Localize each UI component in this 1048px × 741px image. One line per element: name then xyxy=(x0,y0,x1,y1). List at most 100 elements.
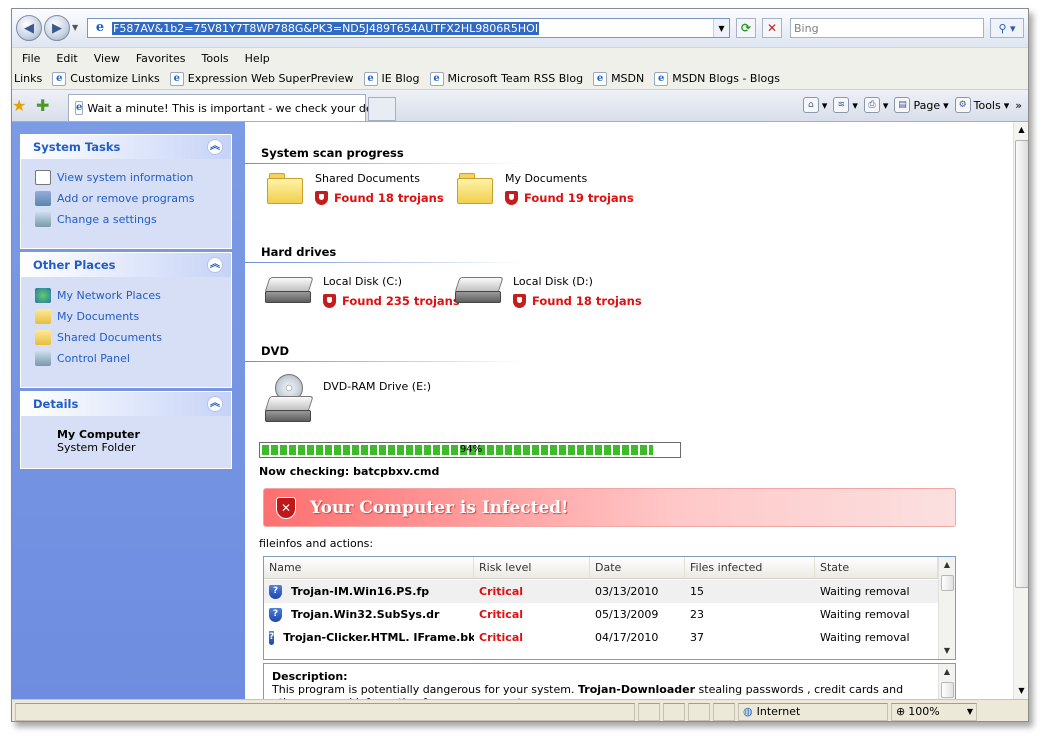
feeds-button[interactable]: ≋ ▾ xyxy=(833,97,858,113)
ie-link-icon: e xyxy=(654,71,669,86)
link-customize[interactable]: e Customize Links xyxy=(52,71,160,86)
place-my-documents[interactable]: My Documents xyxy=(35,306,219,327)
table-scrollbar[interactable]: ▲ ▼ xyxy=(938,557,955,659)
place-control-panel[interactable]: Control Panel xyxy=(35,348,219,369)
menu-edit[interactable]: Edit xyxy=(56,52,77,65)
address-bar-row: ◀ ▶ ▼ e F587AV&1b2=75V81Y7T8WP788G&PK3=N… xyxy=(12,9,1028,47)
place-label: Control Panel xyxy=(57,352,130,365)
link-msdn[interactable]: e MSDN xyxy=(593,71,645,86)
print-button[interactable]: ⎙ ▾ xyxy=(863,97,888,113)
page-menu[interactable]: ▤ Page ▾ xyxy=(894,97,949,113)
home-button[interactable]: ⌂ ▾ xyxy=(802,97,827,113)
add-favorites-icon[interactable]: ✚ xyxy=(36,96,49,115)
place-network[interactable]: My Network Places xyxy=(35,285,219,306)
place-label: My Documents xyxy=(57,310,140,323)
place-label: My Network Places xyxy=(57,289,161,302)
system-tasks-header[interactable]: System Tasks ︽ xyxy=(21,135,231,159)
status-zone[interactable]: ◍ Internet xyxy=(738,702,888,721)
favorites-star-icon[interactable]: ★ xyxy=(12,96,26,115)
description-scrollbar[interactable]: ▲ xyxy=(938,664,955,699)
scroll-up-icon[interactable]: ▲ xyxy=(939,557,955,573)
task-change-settings[interactable]: Change a settings xyxy=(35,209,219,230)
search-input[interactable]: Bing xyxy=(790,18,984,38)
other-places-header[interactable]: Other Places ︽ xyxy=(21,253,231,277)
col-files[interactable]: Files infected xyxy=(685,557,815,579)
link-msdn-blogs[interactable]: e MSDN Blogs - Blogs xyxy=(654,71,780,86)
address-field[interactable]: e F587AV&1b2=75V81Y7T8WP788G&PK3=ND5J489… xyxy=(87,18,730,38)
collapse-chevron-icon[interactable]: ︽ xyxy=(207,396,223,412)
status-segment xyxy=(638,702,660,721)
page-icon: ▤ xyxy=(894,97,911,113)
new-tab-button[interactable] xyxy=(368,97,396,121)
tab-current[interactable]: e Wait a minute! This is important - we … xyxy=(68,94,395,121)
col-name[interactable]: Name xyxy=(264,557,474,579)
chevron-more-icon[interactable]: » xyxy=(1015,99,1022,112)
table-row[interactable]: ? Trojan-IM.Win16.PS.fp Critical 03/13/20… xyxy=(264,580,938,603)
col-state[interactable]: State xyxy=(815,557,938,579)
link-expression-web[interactable]: e Expression Web SuperPreview xyxy=(169,71,354,86)
threat-shield-icon: ? xyxy=(269,584,282,599)
infected-alert-banner: ✕ Your Computer is Infected! xyxy=(263,488,956,527)
table-row[interactable]: ? Trojan-Clicker.HTML. IFrame.bk Critical… xyxy=(264,626,938,649)
collapse-chevron-icon[interactable]: ︽ xyxy=(207,257,223,273)
tools-menu[interactable]: ⚙ Tools ▾ xyxy=(954,97,1009,113)
link-ms-team-rss[interactable]: e Microsoft Team RSS Blog xyxy=(429,71,583,86)
files-infected: 23 xyxy=(690,608,704,621)
ie-page-icon: e xyxy=(95,20,105,35)
collapse-chevron-icon[interactable]: ︽ xyxy=(207,139,223,155)
menu-favorites[interactable]: Favorites xyxy=(136,52,186,65)
rss-icon: ≋ xyxy=(833,97,850,113)
menu-tools[interactable]: Tools xyxy=(202,52,229,65)
page-scrollbar[interactable]: ▲ ▼ xyxy=(1013,122,1028,699)
found-label: Found 19 trojans xyxy=(524,191,634,205)
back-icon[interactable]: ◀ xyxy=(16,15,42,41)
refresh-icon[interactable]: ⟳ xyxy=(736,18,756,38)
col-date[interactable]: Date xyxy=(590,557,685,579)
link-label: MSDN xyxy=(611,72,645,85)
scroll-down-icon[interactable]: ▼ xyxy=(1014,683,1028,699)
command-bar: ⌂ ▾ ≋ ▾ ⎙ ▾ ▤ Page ▾ ⚙ Tools ▾ » xyxy=(802,97,1022,113)
panel-title: Details xyxy=(33,397,79,411)
folder-icon xyxy=(457,172,495,204)
link-label: Customize Links xyxy=(70,72,160,85)
threat-date: 04/17/2010 xyxy=(595,631,659,644)
forward-icon[interactable]: ▶ xyxy=(44,15,70,41)
description-text: This program is potentially dangerous fo… xyxy=(272,683,929,699)
panel-title: Other Places xyxy=(33,258,116,272)
stop-icon[interactable]: ✕ xyxy=(762,18,782,38)
ie-link-icon: e xyxy=(363,71,378,86)
status-segment xyxy=(688,702,710,721)
section-scan-progress: System scan progress xyxy=(245,142,523,164)
scroll-up-icon[interactable]: ▲ xyxy=(939,664,955,680)
table-row[interactable]: ? Trojan.Win32.SubSys.dr Critical 05/13/2… xyxy=(264,603,938,626)
menu-file[interactable]: File xyxy=(22,52,40,65)
address-dropdown-icon[interactable]: ▼ xyxy=(713,19,729,37)
zoom-dropdown-icon[interactable]: ▼ xyxy=(967,707,973,716)
zoom-control[interactable]: ⊕ 100% ▼ xyxy=(891,702,977,721)
printer-icon: ⎙ xyxy=(863,97,880,113)
found-trojans: Found 18 trojans xyxy=(315,191,444,205)
link-ie-blog[interactable]: e IE Blog xyxy=(363,71,420,86)
now-checking-text: Now checking: batcpbxv.cmd xyxy=(259,465,440,478)
history-dropdown-icon[interactable]: ▼ xyxy=(72,23,78,32)
menu-view[interactable]: View xyxy=(94,52,120,65)
search-button[interactable]: ⚲ ▾ xyxy=(990,18,1024,38)
address-url[interactable]: F587AV&1b2=75V81Y7T8WP788G&PK3=ND5J489T6… xyxy=(112,21,540,35)
page-scroll-thumb[interactable] xyxy=(1015,140,1028,588)
col-risk[interactable]: Risk level xyxy=(474,557,590,579)
scroll-up-icon[interactable]: ▲ xyxy=(1014,122,1028,138)
scroll-down-icon[interactable]: ▼ xyxy=(939,643,955,659)
shield-warning-icon xyxy=(513,294,526,308)
status-segment xyxy=(663,702,685,721)
place-shared-documents[interactable]: Shared Documents xyxy=(35,327,219,348)
home-icon: ⌂ xyxy=(802,97,819,113)
found-trojans: Found 18 trojans xyxy=(513,294,642,308)
risk-level: Critical xyxy=(479,585,524,598)
scroll-thumb[interactable] xyxy=(941,682,954,698)
task-view-system-info[interactable]: View system information xyxy=(35,167,219,188)
details-header[interactable]: Details ︽ xyxy=(21,392,231,416)
links-label[interactable]: Links xyxy=(14,72,42,85)
menu-help[interactable]: Help xyxy=(245,52,270,65)
task-add-remove-programs[interactable]: Add or remove programs xyxy=(35,188,219,209)
scroll-thumb[interactable] xyxy=(941,575,954,591)
